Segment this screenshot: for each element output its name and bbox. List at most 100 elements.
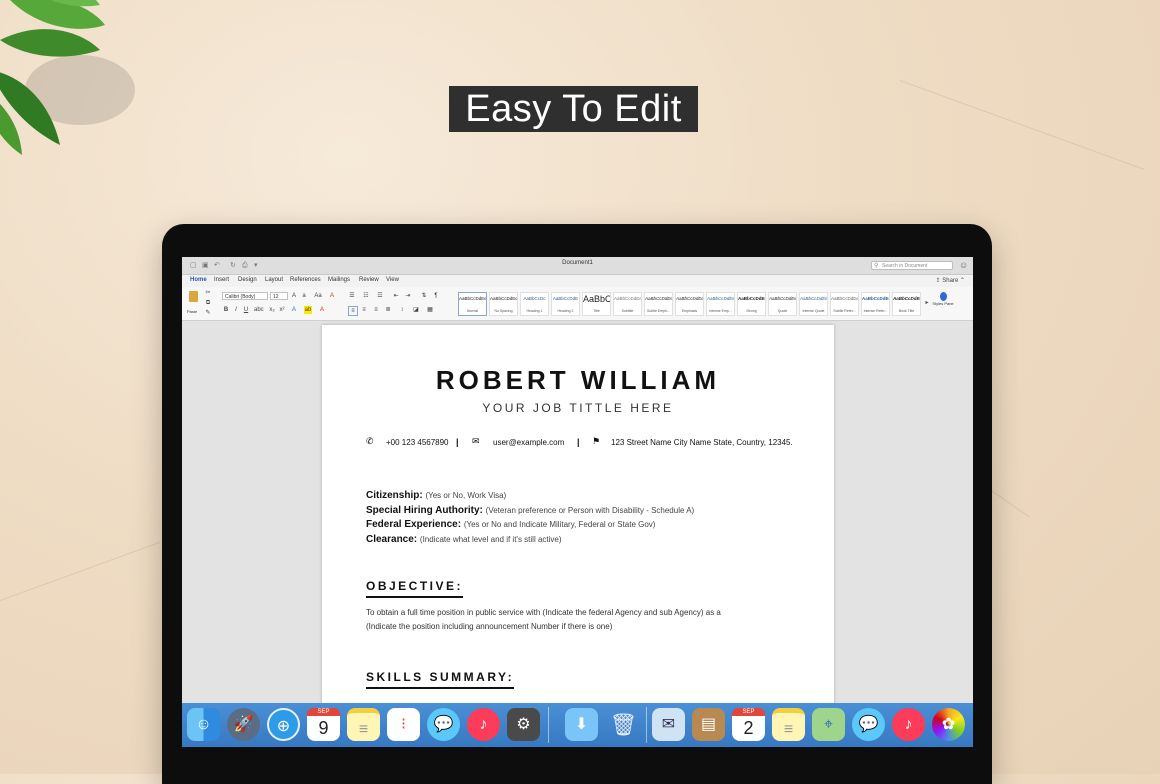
align-left-icon[interactable]: ≡ (348, 306, 358, 316)
document-canvas[interactable]: ROBERT WILLIAM YOUR JOB TITTLE HERE ✆ +0… (182, 321, 973, 705)
messages-icon[interactable]: 💬 (427, 708, 460, 741)
increase-indent-icon[interactable]: ⇥ (404, 292, 412, 300)
info-label: Citizenship: (366, 490, 423, 501)
style-name: Intense Emp... (709, 309, 732, 313)
justify-icon[interactable]: ≣ (384, 306, 392, 314)
maps-icon[interactable]: ⌖ (812, 708, 845, 741)
style-title[interactable]: AaBbC Title (582, 292, 611, 316)
objective-line: (Indicate the position including announc… (366, 622, 613, 631)
music-icon[interactable]: ♪ (892, 708, 925, 741)
search-input[interactable]: ⚲ Search in Document (871, 261, 953, 270)
tab-design[interactable]: Design (238, 277, 257, 283)
tab-insert[interactable]: Insert (214, 277, 229, 283)
decrease-indent-icon[interactable]: ⇤ (392, 292, 400, 300)
messages-icon-2[interactable]: 💬 (852, 708, 885, 741)
highlight-icon[interactable]: ab (304, 306, 312, 314)
style-strong[interactable]: AaBbCcDdEe Strong (737, 292, 766, 316)
style-intense-quote[interactable]: AaBbCcDdEe Intense Quote (799, 292, 828, 316)
style-heading-1[interactable]: AaBbCcDc Heading 1 (520, 292, 549, 316)
grow-font-icon[interactable]: A (290, 292, 298, 300)
finder-icon[interactable]: ☺ (187, 708, 220, 741)
copy-icon[interactable]: ⧉ (204, 299, 212, 307)
trash-icon[interactable]: 🗑 (607, 708, 640, 741)
account-icon[interactable]: ☺ (959, 260, 968, 270)
font-size-select[interactable]: 12 (270, 292, 288, 300)
tab-mailings[interactable]: Mailings (328, 277, 350, 283)
itunes-icon[interactable]: ♪ (467, 708, 500, 741)
italic-icon[interactable]: I (232, 306, 240, 314)
bullets-icon[interactable]: ☰ (348, 292, 356, 300)
shrink-font-icon[interactable]: a (300, 292, 308, 300)
align-center-icon[interactable]: ≡ (360, 306, 368, 314)
info-value: (Yes or No and Indicate Military, Federa… (463, 520, 656, 529)
superscript-icon[interactable]: x² (278, 306, 286, 314)
style-sample: AaBbCcDdE (552, 296, 579, 301)
underline-icon[interactable]: U (242, 306, 250, 314)
document-page[interactable]: ROBERT WILLIAM YOUR JOB TITTLE HERE ✆ +0… (322, 325, 834, 705)
info-citizenship: Citizenship: (Yes or No, Work Visa) (366, 490, 506, 501)
style-normal[interactable]: AaBbCcDdEe Normal (458, 292, 487, 316)
tab-home[interactable]: Home (190, 277, 207, 283)
calendar-month: SEP (307, 708, 340, 716)
downloads-folder-icon[interactable]: ⬇ (565, 708, 598, 741)
format-painter-icon[interactable]: ✎ (204, 309, 212, 317)
strikethrough-icon[interactable]: abc (254, 306, 264, 314)
contact-address: 123 Street Name City Name State, Country… (611, 438, 793, 447)
preview-icon[interactable]: ✉ (652, 708, 685, 741)
style-intense-reference[interactable]: AaBbCcDdEe Intense Refer... (861, 292, 890, 316)
style-subtle-reference[interactable]: AaBbCcDdEe Subtle Refer... (830, 292, 859, 316)
style-subtle-emphasis[interactable]: AaBbCcDdEe Subtle Emph... (644, 292, 673, 316)
style-emphasis[interactable]: AaBbCcDdEe Emphasis (675, 292, 704, 316)
style-sample: AaBbCcDdEe (614, 296, 641, 301)
style-heading-2[interactable]: AaBbCcDdE Heading 2 (551, 292, 580, 316)
style-name: Strong (746, 309, 757, 313)
share-button[interactable]: ⇪ Share ⌃ (936, 277, 965, 284)
style-sample: AaBbCcDdEe (800, 296, 827, 301)
calendar-icon[interactable]: SEP 9 (307, 708, 340, 741)
borders-icon[interactable]: ▦ (426, 306, 434, 314)
search-placeholder: Search in Document (882, 263, 928, 269)
style-sample: AaBbC (583, 294, 610, 304)
photos-icon[interactable]: ✿ (932, 708, 965, 741)
style-book-title[interactable]: AaBbCcDdEe Book Title (892, 292, 921, 316)
style-name: Quote (777, 309, 788, 313)
line-spacing-icon[interactable]: ↕ (398, 306, 406, 314)
launchpad-icon[interactable]: 🚀 (227, 708, 260, 741)
shading-icon[interactable]: ◪ (412, 306, 420, 314)
numbering-icon[interactable]: ☷ (362, 292, 370, 300)
tab-review[interactable]: Review (359, 277, 379, 283)
align-right-icon[interactable]: ≡ (372, 306, 380, 314)
system-preferences-icon[interactable]: ⚙ (507, 708, 540, 741)
font-color-icon[interactable]: A (318, 306, 326, 314)
safari-icon[interactable]: ⊕ (267, 708, 300, 741)
notes-icon[interactable]: ≡ (347, 708, 380, 741)
tab-layout[interactable]: Layout (265, 277, 283, 283)
font-name-select[interactable]: Calibri (Body) (222, 292, 268, 300)
styles-pane-button[interactable]: Styles Pane (932, 292, 954, 316)
skills-summary-heading: SKILLS SUMMARY: (366, 670, 515, 689)
calendar-icon-2[interactable]: SEP 2 (732, 708, 765, 741)
clear-format-icon[interactable]: A (328, 292, 336, 300)
style-quote[interactable]: AaBbCcDdEe Quote (768, 292, 797, 316)
paste-button[interactable]: Paste (186, 290, 200, 316)
reminders-icon[interactable]: ⁝ (387, 708, 420, 741)
tab-view[interactable]: View (386, 277, 399, 283)
text-effects-icon[interactable]: A (290, 306, 298, 314)
clipboard-icon (188, 291, 198, 302)
bold-icon[interactable]: B (222, 306, 230, 314)
styles-more-icon[interactable]: ▸ (923, 299, 931, 307)
contacts-icon[interactable]: ▤ (692, 708, 725, 741)
plant-decoration (0, 0, 135, 155)
multilevel-icon[interactable]: ☲ (376, 292, 384, 300)
styles-pane-label: Styles Pane (932, 301, 954, 306)
change-case-icon[interactable]: Aa (314, 292, 322, 300)
stickies-icon[interactable]: ≡ (772, 708, 805, 741)
style-no-spacing[interactable]: AaBbCcDdEe No Spacing (489, 292, 518, 316)
tab-references[interactable]: References (290, 277, 321, 283)
style-subtitle[interactable]: AaBbCcDdEe Subtitle (613, 292, 642, 316)
style-intense-emphasis[interactable]: AaBbCcDdEe Intense Emp... (706, 292, 735, 316)
cut-icon[interactable]: ✂ (204, 289, 212, 297)
sort-icon[interactable]: ⇅ (420, 292, 428, 300)
subscript-icon[interactable]: x₂ (268, 306, 276, 314)
pilcrow-icon[interactable]: ¶ (432, 292, 440, 300)
